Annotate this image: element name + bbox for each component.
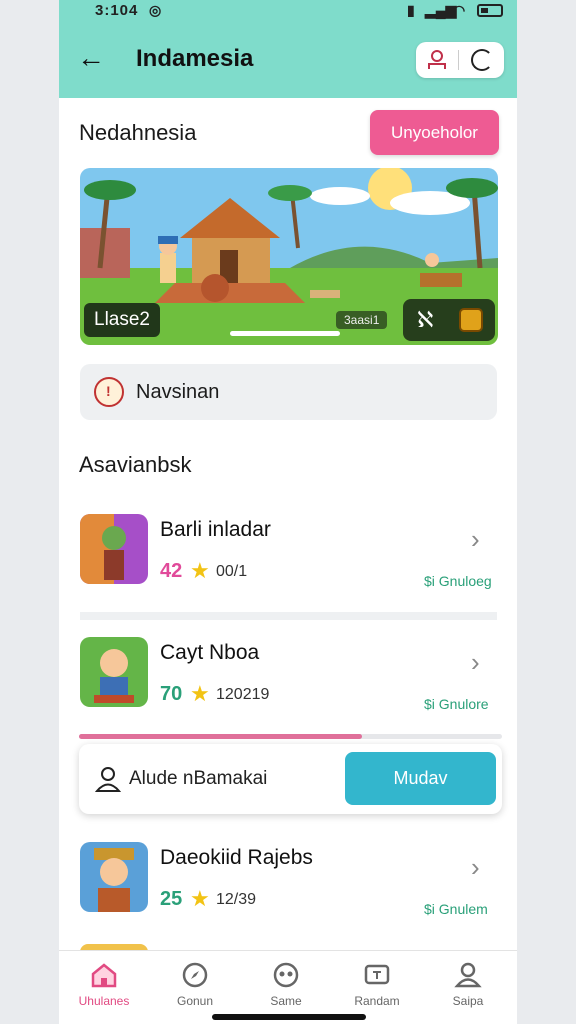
person-icon — [95, 767, 121, 792]
list-heading: Asavianbsk — [79, 452, 192, 477]
hero-banner[interactable]: Llase2 3aasi1 ℵ — [80, 168, 498, 345]
item-price: $i Gnuloeg — [424, 573, 492, 589]
vibrate-icon: ▮ — [407, 2, 415, 18]
divider — [458, 50, 459, 70]
tab-label: Gonun — [176, 994, 214, 1008]
header-actions — [416, 42, 504, 78]
battery-icon — [477, 4, 503, 17]
game-thumbnail — [80, 842, 148, 912]
shield-icon: ! — [94, 377, 124, 407]
list-item[interactable]: Barli inladar 42 ★ 00/1 › $i Gnuloeg — [59, 514, 517, 614]
section-title: Nedahnesia — [79, 120, 197, 145]
item-name: Cayt Nboa — [160, 641, 260, 664]
tab-label: Uhulanes — [78, 994, 130, 1008]
back-arrow-icon[interactable]: ← — [77, 44, 105, 72]
star-icon: ★ — [190, 558, 210, 583]
status-bar: 3:104 ◎ ▮ ▂▄▆ ◠ — [59, 0, 517, 22]
notification-icon: ◎ — [149, 2, 162, 18]
item-rating: 42 — [160, 560, 183, 582]
status-time: 3:104 — [95, 2, 139, 19]
notification-toast: Alude nBamakai Mudav — [79, 734, 502, 814]
item-price: $i Gnulem — [424, 901, 488, 917]
tab-compass[interactable]: Gonun — [150, 961, 240, 1008]
app-header: 3:104 ◎ ▮ ▂▄▆ ◠ ← Indamesia — [59, 0, 517, 98]
profile-icon — [454, 962, 482, 988]
game-thumbnail — [80, 637, 148, 707]
user-icon[interactable] — [428, 50, 446, 70]
item-price: $i Gnulore — [424, 696, 489, 712]
item-name: Daeokiid Rajebs — [160, 846, 313, 869]
list-item[interactable]: Cayt Nboa 70 ★ 120219 › $i Gnulore — [59, 637, 517, 737]
toast-message: Alude nBamakai — [129, 768, 268, 789]
list-item[interactable]: Daeokiid Rajebs 25 ★ 12/39 › $i Gnulem — [59, 842, 517, 942]
chevron-right-icon[interactable]: › — [471, 524, 480, 555]
toast-progress — [79, 734, 502, 739]
tab-profile[interactable]: Saipa — [423, 961, 513, 1008]
page-title: Indamesia — [136, 45, 254, 72]
section-action-button[interactable]: Unyoeholor — [370, 110, 499, 155]
chevron-right-icon[interactable]: › — [471, 647, 480, 678]
divider — [80, 612, 497, 620]
tab-game[interactable]: Same — [241, 961, 331, 1008]
item-review-count: 120219 — [216, 686, 270, 703]
item-review-count: 12/39 — [216, 891, 257, 908]
item-name: Barli inladar — [160, 518, 271, 541]
carousel-indicator — [230, 331, 340, 336]
signal-icon: ▂▄▆ — [425, 2, 457, 18]
home-indicator — [212, 1014, 366, 1020]
star-icon: ★ — [190, 681, 210, 706]
item-review-count: 00/1 — [216, 563, 248, 580]
tab-home[interactable]: Uhulanes — [59, 961, 149, 1008]
banner-tag: Llase2 — [84, 303, 160, 337]
game-thumbnail — [80, 514, 148, 584]
tools-icon[interactable]: ℵ — [417, 307, 433, 333]
tab-label: Saipa — [452, 994, 484, 1008]
phone-screen: 3:104 ◎ ▮ ▂▄▆ ◠ ← Indamesia Nedahnesia U… — [59, 0, 517, 1024]
tab-label: Randam — [354, 994, 400, 1008]
tv-icon — [364, 964, 390, 985]
game-icon — [273, 962, 299, 988]
banner-actions: ℵ — [403, 299, 495, 341]
item-rating: 25 — [160, 888, 183, 910]
chest-icon[interactable] — [459, 308, 483, 332]
item-rating: 70 — [160, 683, 183, 705]
tab-label: Same — [270, 994, 302, 1008]
refresh-icon[interactable] — [471, 49, 493, 71]
bottom-tab-bar: Uhulanes Gonun Same Randam Saipa — [59, 950, 517, 1024]
navigation-card-label: Navsinan — [136, 381, 220, 403]
home-icon — [91, 963, 117, 988]
navigation-card[interactable]: ! Navsinan — [80, 364, 497, 420]
toast-progress-fill — [79, 734, 363, 739]
wifi-icon: ◠ — [453, 2, 466, 18]
tab-tv[interactable]: Randam — [332, 961, 422, 1008]
star-icon: ★ — [190, 886, 210, 911]
banner-counter: 3aasi1 — [336, 311, 388, 329]
compass-icon — [182, 962, 208, 988]
toast-action-button[interactable]: Mudav — [345, 752, 496, 805]
chevron-right-icon[interactable]: › — [471, 852, 480, 883]
